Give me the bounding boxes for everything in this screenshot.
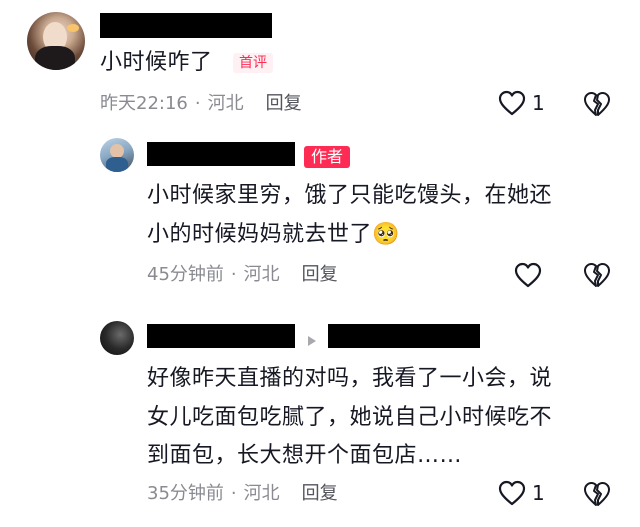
reply-button[interactable]: 回复 — [266, 93, 302, 114]
reply-target-username-redacted[interactable] — [328, 324, 480, 348]
author-badge: 作者 — [304, 146, 351, 168]
username-redacted[interactable] — [147, 142, 295, 166]
avatar[interactable] — [100, 138, 134, 172]
comment-1: 小时候咋了 首评 昨天22:16 · 河北 回复 1 — [0, 0, 640, 125]
like-count: 1 — [532, 481, 545, 505]
comment-location: 河北 — [243, 264, 280, 285]
like-button[interactable]: 1 — [498, 480, 545, 506]
username-redacted[interactable] — [147, 324, 295, 348]
comment-meta: 35分钟前 · 河北 回复 — [147, 482, 338, 506]
comment-meta: 45分钟前 · 河北 回复 — [147, 263, 338, 287]
comment-2: 作者 小时候家里穷，饿了只能吃馒头，在她还 小的时候妈妈就去世了🥺 45分钟前 ·… — [0, 130, 640, 300]
dislike-button[interactable] — [583, 481, 611, 507]
like-count: 1 — [532, 91, 545, 115]
reply-button[interactable]: 回复 — [302, 483, 338, 504]
like-button[interactable]: 1 — [498, 90, 545, 116]
reply-arrow-icon — [307, 332, 317, 351]
broken-heart-icon — [583, 262, 611, 288]
heart-icon — [498, 480, 526, 506]
comment-text-line-2: 女儿吃面包吃腻了，她说自己小时候吃不 — [147, 405, 553, 430]
like-button[interactable] — [514, 262, 548, 288]
heart-icon — [514, 262, 542, 288]
comment-time: 35分钟前 — [147, 483, 224, 504]
comment-text: 小时候咋了 — [100, 50, 213, 75]
meta-separator: · — [230, 264, 237, 285]
dislike-button[interactable] — [583, 91, 611, 117]
broken-heart-icon — [583, 91, 611, 117]
dislike-button[interactable] — [583, 262, 611, 288]
heart-icon — [498, 90, 526, 116]
username-redacted[interactable] — [100, 13, 272, 38]
avatar[interactable] — [100, 321, 134, 355]
comment-meta: 昨天22:16 · 河北 回复 — [100, 92, 302, 116]
meta-separator: · — [230, 483, 237, 504]
comment-text-line-1: 小时候家里穷，饿了只能吃馒头，在她还 — [147, 183, 553, 208]
comment-location: 河北 — [207, 93, 244, 114]
comment-location: 河北 — [243, 483, 280, 504]
avatar[interactable] — [27, 12, 85, 70]
broken-heart-icon — [583, 481, 611, 507]
comment-text-line-3: 到面包，长大想开个面包店…… — [147, 443, 463, 468]
reply-button[interactable]: 回复 — [302, 264, 338, 285]
comment-text-line-2: 小的时候妈妈就去世了🥺 — [147, 220, 400, 250]
meta-separator: · — [194, 93, 201, 114]
comment-time: 昨天22:16 — [100, 93, 188, 114]
first-comment-badge: 首评 — [233, 53, 273, 73]
comment-text-line-2-text: 小的时候妈妈就去世了 — [147, 222, 373, 247]
comment-time: 45分钟前 — [147, 264, 224, 285]
comment-3: 好像昨天直播的对吗，我看了一小会，说 女儿吃面包吃腻了，她说自己小时候吃不 到面… — [0, 315, 640, 527]
comment-text-line-1: 好像昨天直播的对吗，我看了一小会，说 — [147, 366, 553, 391]
pleading-face-emoji: 🥺 — [372, 222, 400, 247]
